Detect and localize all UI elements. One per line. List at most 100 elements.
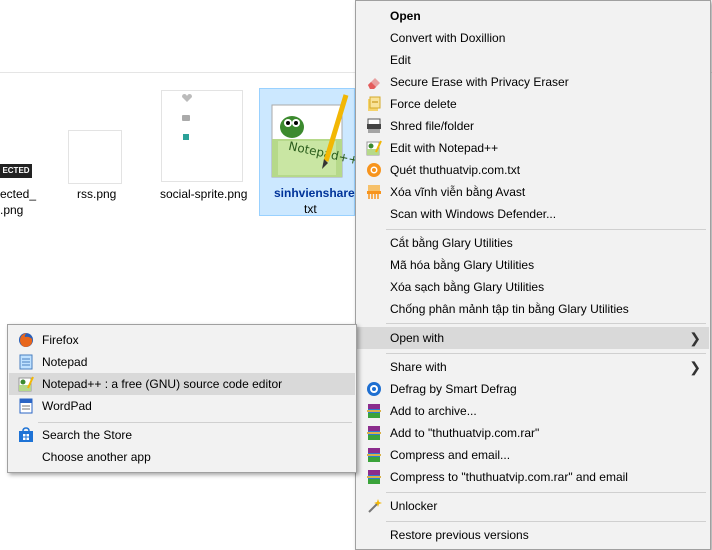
menu-separator (386, 492, 706, 493)
submenu-item-label: WordPad (42, 399, 92, 413)
file-name: social-sprite.png (160, 187, 248, 201)
menu-item-label: Restore previous versions (390, 528, 529, 542)
menu-item-label: Open with (390, 331, 445, 345)
submenu-item-firefox[interactable]: Firefox (9, 329, 355, 351)
menu-separator (386, 323, 706, 324)
menu-item-convert-doxillion[interactable]: Convert with Doxillion (357, 27, 709, 49)
menu-item-unlocker[interactable]: Unlocker (357, 495, 709, 517)
menu-item-restore-versions[interactable]: Restore previous versions (357, 524, 709, 546)
menu-item-label: Chống phân mảnh tập tin bằng Glary Utili… (390, 302, 629, 316)
menu-item-glary-defrag[interactable]: Chống phân mảnh tập tin bằng Glary Utili… (357, 298, 709, 320)
submenu-item-label: Notepad++ : a free (GNU) source code edi… (42, 377, 283, 391)
winrar-icon (367, 470, 381, 484)
notepad-plus-file-icon: Notepad++ (271, 94, 356, 178)
menu-item-label: Force delete (390, 97, 457, 111)
eraser-icon (368, 78, 380, 89)
submenu-item-notepad[interactable]: Notepad (9, 351, 355, 373)
force-delete-icon (368, 96, 381, 111)
file-name-ext: txt (304, 202, 317, 216)
menu-item-smart-defrag[interactable]: Defrag by Smart Defrag (357, 378, 709, 400)
menu-item-label: Unlocker (390, 499, 438, 513)
store-icon (19, 427, 33, 442)
submenu-item-label: Notepad (42, 355, 88, 369)
chevron-right-icon: ❯ (689, 359, 701, 375)
menu-item-open[interactable]: Open (357, 5, 709, 27)
file-item-ected[interactable]: ECTED ected_ .png (0, 90, 45, 220)
file-name: sinhvienshare (274, 186, 355, 200)
menu-item-avast-shred[interactable]: Xóa vĩnh viễn bằng Avast (357, 181, 709, 203)
menu-item-label: Scan with Windows Defender... (390, 207, 557, 221)
menu-item-compress-rar-email[interactable]: Compress to "thuthuatvip.com.rar" and em… (357, 466, 709, 488)
menu-item-open-with[interactable]: Open with ❯ (357, 327, 709, 349)
context-menu: Open Convert with Doxillion Edit Secure … (355, 0, 711, 550)
unlocker-wand-icon (368, 499, 382, 513)
menu-item-label: Open (390, 9, 421, 23)
firefox-icon (19, 333, 33, 347)
notepad-icon (19, 354, 33, 370)
menu-item-label: Quét thuthuatvip.com.txt (390, 163, 521, 177)
file-name-ext: .png (0, 203, 24, 217)
menu-item-glary-wipe[interactable]: Xóa sạch bằng Glary Utilities (357, 276, 709, 298)
wordpad-icon (19, 398, 33, 414)
menu-item-label: Defrag by Smart Defrag (390, 382, 517, 396)
menu-item-edit-notepad-plus[interactable]: Edit with Notepad++ (357, 137, 709, 159)
menu-item-label: Mã hóa bằng Glary Utilities (390, 258, 535, 272)
submenu-item-wordpad[interactable]: WordPad (9, 395, 355, 417)
winrar-icon (367, 448, 381, 462)
file-thumbnail: ECTED (0, 164, 32, 178)
avast-scan-icon (367, 163, 381, 177)
menu-item-label: Compress to "thuthuatvip.com.rar" and em… (390, 470, 628, 484)
menu-item-windows-defender[interactable]: Scan with Windows Defender... (357, 203, 709, 225)
submenu-item-notepad-plus[interactable]: Notepad++ : a free (GNU) source code edi… (9, 373, 355, 395)
submenu-item-choose-another[interactable]: Choose another app (9, 446, 355, 468)
open-with-submenu: Firefox Notepad Notepad++ : a free (GNU)… (7, 324, 357, 473)
menu-item-add-rar[interactable]: Add to "thuthuatvip.com.rar" (357, 422, 709, 444)
menu-separator (386, 521, 706, 522)
sprite-icons (182, 94, 192, 140)
file-thumbnail (68, 130, 122, 184)
menu-separator (386, 353, 706, 354)
menu-item-label: Convert with Doxillion (390, 31, 506, 45)
menu-item-label: Xóa vĩnh viễn bằng Avast (390, 185, 526, 199)
menu-item-shred[interactable]: Shred file/folder (357, 115, 709, 137)
file-name: rss.png (77, 187, 117, 201)
menu-item-label: Share with (390, 360, 447, 374)
smart-defrag-icon (367, 382, 381, 396)
notepad-plus-icon (366, 140, 382, 156)
submenu-item-label: Choose another app (42, 450, 151, 464)
menu-item-label: Shred file/folder (390, 119, 475, 133)
menu-item-label: Add to archive... (390, 404, 477, 418)
winrar-icon (367, 404, 381, 418)
shredder-icon (367, 118, 381, 133)
submenu-item-label: Search the Store (42, 428, 133, 442)
menu-item-label: Xóa sạch bằng Glary Utilities (390, 280, 545, 294)
menu-item-label: Secure Erase with Privacy Eraser (390, 75, 569, 89)
winrar-icon (367, 426, 381, 440)
menu-item-share-with[interactable]: Share with ❯ (357, 356, 709, 378)
file-item-sinhvienshare[interactable]: Notepad++ sinhvienshare txt (259, 88, 356, 216)
file-item-rss[interactable]: rss.png (60, 125, 135, 215)
chevron-right-icon: ❯ (689, 330, 701, 346)
menu-item-force-delete[interactable]: Force delete (357, 93, 709, 115)
file-thumbnail (161, 90, 243, 182)
menu-separator (386, 229, 706, 230)
file-name: ected_ (0, 187, 37, 201)
file-item-social-sprite[interactable]: social-sprite.png (155, 88, 255, 218)
menu-item-glary-encrypt[interactable]: Mã hóa bằng Glary Utilities (357, 254, 709, 276)
menu-separator (38, 422, 352, 423)
menu-item-label: Cắt bằng Glary Utilities (390, 236, 513, 250)
menu-item-add-archive[interactable]: Add to archive... (357, 400, 709, 422)
avast-shred-icon (367, 185, 381, 199)
menu-item-glary-cut[interactable]: Cắt bằng Glary Utilities (357, 232, 709, 254)
menu-item-avast-scan[interactable]: Quét thuthuatvip.com.txt (357, 159, 709, 181)
menu-item-compress-email[interactable]: Compress and email... (357, 444, 709, 466)
menu-item-label: Add to "thuthuatvip.com.rar" (390, 426, 540, 440)
menu-item-label: Edit (390, 53, 411, 67)
submenu-item-search-store[interactable]: Search the Store (9, 424, 355, 446)
submenu-item-label: Firefox (42, 333, 79, 347)
notepad-plus-icon (18, 376, 34, 392)
menu-item-label: Edit with Notepad++ (390, 141, 499, 155)
menu-item-edit[interactable]: Edit (357, 49, 709, 71)
menu-item-secure-erase[interactable]: Secure Erase with Privacy Eraser (357, 71, 709, 93)
menu-item-label: Compress and email... (390, 448, 511, 462)
